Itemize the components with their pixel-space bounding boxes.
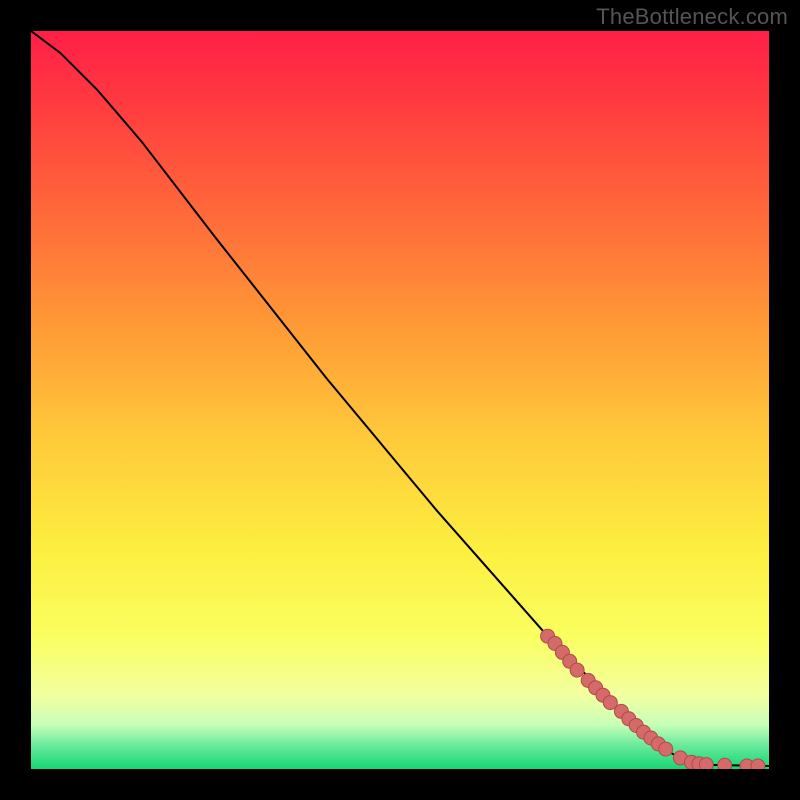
bottleneck-curve bbox=[31, 31, 769, 766]
data-marker bbox=[718, 758, 732, 769]
chart-stage: TheBottleneck.com bbox=[0, 0, 800, 800]
data-marker bbox=[751, 759, 765, 769]
data-marker bbox=[659, 742, 673, 756]
watermark-text: TheBottleneck.com bbox=[596, 4, 788, 30]
data-markers bbox=[541, 629, 765, 769]
plot-area bbox=[31, 31, 769, 769]
data-marker bbox=[570, 663, 584, 677]
chart-svg bbox=[31, 31, 769, 769]
data-marker bbox=[699, 758, 713, 769]
